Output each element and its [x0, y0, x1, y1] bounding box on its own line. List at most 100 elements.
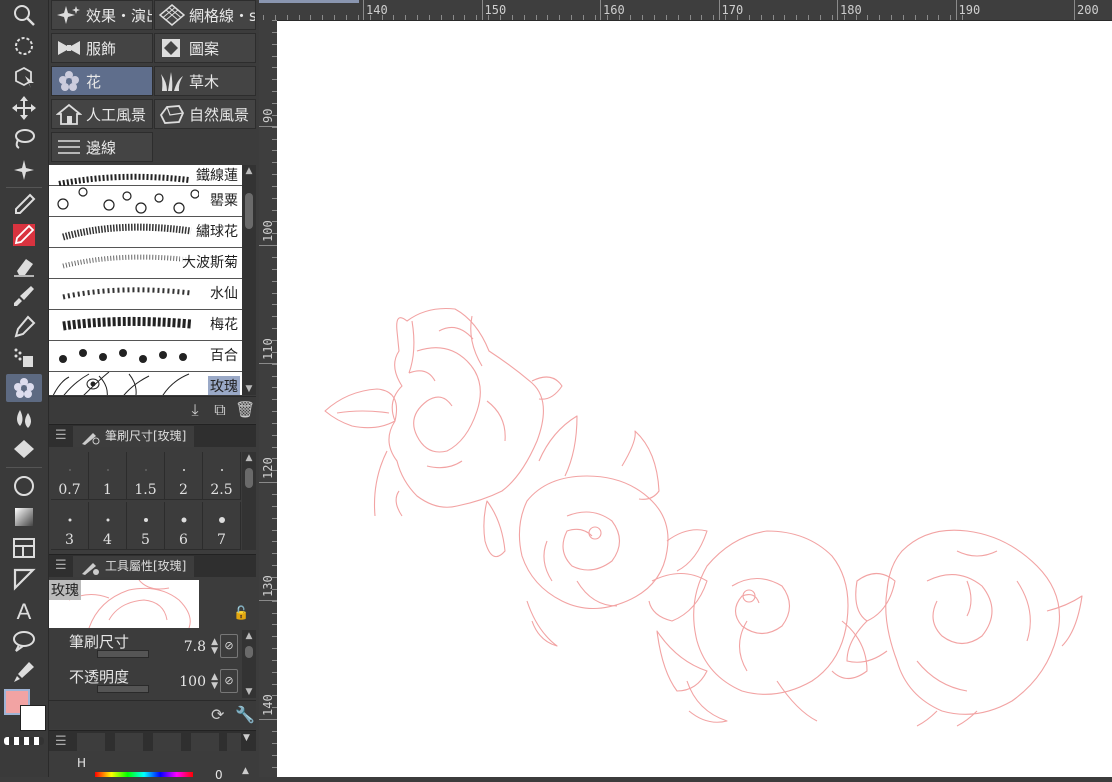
fill-tool-icon[interactable] — [6, 436, 42, 464]
size-cell[interactable]: 1 — [89, 452, 127, 500]
balloon-tool-icon[interactable] — [6, 627, 42, 655]
ruler-tick — [523, 15, 525, 20]
gradient-tool-icon[interactable] — [6, 503, 42, 531]
size-grid-scrollbar[interactable]: ▲ — [242, 452, 256, 550]
brush-size-tab[interactable]: 筆刷尺寸[玫瑰] — [73, 426, 195, 447]
color-set-tab[interactable] — [115, 733, 143, 751]
sub-color-swatch[interactable] — [20, 705, 46, 731]
reset-icon[interactable]: ⟳ — [211, 705, 224, 724]
category-plants[interactable]: 草木 — [154, 66, 256, 96]
scroll-up-icon[interactable]: ▲ — [242, 452, 256, 464]
brush-item-lily[interactable]: 百合 — [49, 341, 242, 372]
chevron-up-icon[interactable]: ▲ — [242, 766, 249, 776]
pen-tool-icon[interactable] — [6, 221, 42, 249]
opacity-slider[interactable] — [97, 685, 149, 693]
wrench-icon[interactable]: 🔧 — [235, 705, 255, 724]
brush-item-poppy[interactable]: 罌粟 — [49, 186, 242, 217]
scroll-up-icon[interactable]: ▲ — [242, 165, 256, 177]
scroll-down-icon[interactable]: ▼ — [242, 383, 256, 395]
size-cell[interactable]: 5 — [127, 502, 165, 550]
ruler-tick — [891, 15, 893, 20]
brush-list-scrollbar[interactable]: ▲ ▼ — [242, 165, 256, 395]
category-grid[interactable]: 網格線・surface — [154, 0, 256, 30]
tool-property-tab[interactable]: 工具屬性[玫瑰] — [73, 556, 195, 577]
ruler-tick — [630, 15, 632, 20]
ruler-major-tick — [1074, 0, 1075, 20]
brush-size-spinner[interactable]: ▲ ▼ — [211, 638, 218, 656]
category-border[interactable]: 邊線 — [51, 132, 153, 162]
ruler-label: 180 — [840, 3, 862, 17]
ruler-label: 130 — [261, 575, 275, 597]
size-cell[interactable]: 2.5 — [203, 452, 241, 500]
eraser-icon[interactable] — [6, 252, 42, 280]
color-wheel-tab[interactable] — [77, 733, 105, 751]
brush-item-cosmos[interactable]: 大波斯菊 — [49, 248, 242, 279]
ruler-tick — [938, 15, 940, 20]
ruler-tool-icon[interactable] — [6, 565, 42, 593]
drawing-canvas[interactable] — [277, 21, 1112, 777]
zoom-tool-icon[interactable] — [6, 1, 42, 29]
intermediate-color-tab[interactable] — [153, 733, 181, 751]
delete-icon[interactable]: 🗑 — [235, 400, 255, 420]
brush-item-clematis[interactable]: 鐵線蓮 — [49, 165, 242, 187]
transparent-color-icon[interactable] — [4, 737, 44, 745]
text-tool-icon[interactable]: A — [6, 596, 42, 624]
size-cell[interactable]: 6 — [165, 502, 203, 550]
correct-line-icon[interactable] — [6, 658, 42, 686]
move-tool-icon[interactable] — [6, 94, 42, 122]
brush-item-narcissus[interactable]: 水仙 — [49, 279, 242, 310]
size-cell[interactable]: 3 — [51, 502, 89, 550]
duplicate-icon[interactable]: ⧉ — [210, 400, 230, 420]
category-pattern[interactable]: 圖案 — [154, 33, 256, 63]
size-cell[interactable]: 1.5 — [127, 452, 165, 500]
opacity-value[interactable]: 100 — [179, 674, 206, 690]
size-cell[interactable]: 2 — [165, 452, 203, 500]
airbrush-icon[interactable] — [6, 343, 42, 371]
eyedropper-icon[interactable] — [6, 191, 42, 219]
color-history-tab[interactable] — [227, 733, 241, 751]
size-cell[interactable]: 4 — [89, 502, 127, 550]
hue-value[interactable]: 0 — [215, 768, 223, 782]
category-flower[interactable]: 花 — [51, 66, 153, 96]
chevron-down-icon[interactable]: ▼ — [243, 733, 250, 743]
brush-name: 玫瑰 — [208, 376, 240, 395]
category-natural-scenery[interactable]: 自然風景 — [154, 99, 256, 129]
opacity-spinner[interactable]: ▲ ▼ — [211, 673, 218, 691]
hue-slider[interactable] — [95, 772, 193, 777]
lock-icon[interactable]: 🔓 — [233, 606, 249, 621]
brush-item-hydrangea[interactable]: 繡球花 — [49, 217, 242, 248]
rotate-view-icon[interactable] — [6, 32, 42, 60]
pressure-settings-button[interactable]: ⊘ — [220, 634, 238, 658]
brush-item-rose[interactable]: 玫瑰 — [49, 372, 242, 395]
object-tool-icon[interactable] — [6, 63, 42, 91]
magic-wand-icon[interactable] — [6, 156, 42, 184]
scroll-down-icon[interactable]: ▼ — [242, 686, 256, 698]
frame-tool-icon[interactable] — [6, 534, 42, 562]
lasso-tool-icon[interactable] — [6, 125, 42, 153]
rose-line-art — [324, 307, 1083, 727]
sub-tool-panel: 效果・演出 網格線・surface 服飾 圖案 花 草木 人工風景 自然風景 邊… — [49, 0, 258, 782]
size-cell[interactable]: 0.7 — [51, 452, 89, 500]
category-clothing[interactable]: 服飾 — [51, 33, 153, 63]
blend-tool-icon[interactable] — [6, 405, 42, 433]
brush-size-slider[interactable] — [97, 650, 149, 658]
brush-size-value[interactable]: 7.8 — [184, 639, 206, 655]
brush-tool-icon[interactable] — [6, 282, 42, 310]
category-artificial-scenery[interactable]: 人工風景 — [51, 99, 153, 129]
category-effects[interactable]: 效果・演出 — [51, 0, 153, 30]
shape-tool-icon[interactable] — [6, 472, 42, 500]
property-scrollbar[interactable]: ▲ ▼ — [242, 630, 256, 698]
brush-item-plum[interactable]: 梅花 — [49, 310, 242, 341]
decoration-tool-icon[interactable] — [6, 374, 42, 402]
ruler-tick — [594, 15, 596, 20]
menu-icon[interactable]: ☰ — [55, 428, 67, 443]
menu-icon[interactable]: ☰ — [55, 734, 67, 749]
import-icon[interactable]: ⤓ — [185, 400, 205, 420]
approx-color-tab[interactable] — [191, 733, 219, 751]
fountain-pen-icon[interactable] — [6, 313, 42, 341]
menu-icon[interactable]: ☰ — [55, 558, 67, 573]
scroll-up-icon[interactable]: ▲ — [242, 630, 256, 642]
opacity-settings-button[interactable]: ⊘ — [220, 669, 238, 693]
ruler-tick — [511, 15, 513, 20]
size-cell[interactable]: 7 — [203, 502, 241, 550]
